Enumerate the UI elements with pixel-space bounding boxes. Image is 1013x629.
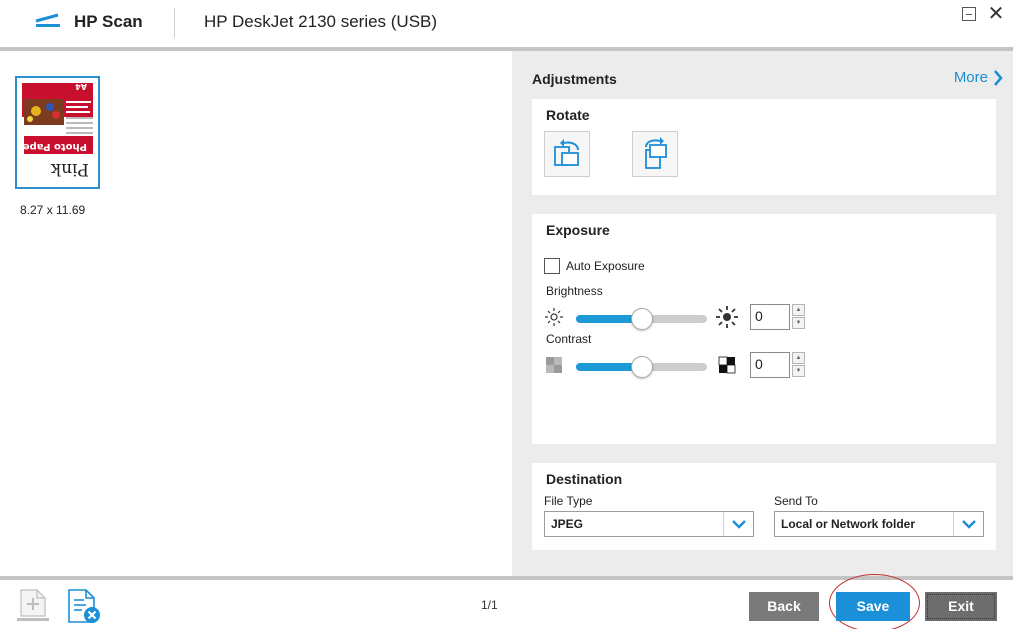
rotate-title: Rotate (546, 107, 590, 123)
contrast-stepper[interactable]: 0 ▲ ▼ (750, 352, 806, 378)
contrast-row: 0 ▲ ▼ (544, 351, 994, 379)
brightness-up-icon[interactable]: ▲ (792, 304, 805, 316)
scan-thumbnail[interactable]: A4 Photo Paper Pink (15, 76, 100, 189)
file-type-select[interactable]: JPEG (544, 511, 754, 537)
thumbnail-brand: Pink (50, 159, 89, 179)
rotate-left-button[interactable] (544, 131, 590, 177)
send-to-select[interactable]: Local or Network folder (774, 511, 984, 537)
auto-exposure-checkbox[interactable] (544, 258, 560, 274)
more-link[interactable]: More (954, 69, 1003, 86)
thumbnail-product: Photo Paper (20, 141, 87, 152)
more-label: More (953, 69, 988, 86)
chevron-down-icon[interactable] (953, 512, 983, 536)
send-to-value: Local or Network folder (781, 517, 916, 531)
adjustments-panel: Adjustments More Rotate Exposure Auto Ex… (512, 51, 1013, 576)
contrast-input[interactable]: 0 (750, 352, 790, 378)
brightness-label: Brightness (546, 284, 603, 298)
rotate-left-icon (554, 139, 579, 166)
send-to-label: Send To (774, 494, 818, 508)
minimize-icon[interactable] (962, 7, 976, 21)
delete-page-icon[interactable] (64, 586, 104, 626)
brightness-input[interactable]: 0 (750, 304, 790, 330)
contrast-handle[interactable] (630, 356, 653, 378)
add-page-icon[interactable] (13, 586, 53, 626)
brightness-stepper[interactable]: 0 ▲ ▼ (750, 304, 806, 330)
auto-exposure-row[interactable]: Auto Exposure (544, 258, 645, 274)
destination-title: Destination (546, 471, 623, 487)
adjustments-title: Adjustments (532, 71, 617, 87)
page-indicator: 1/1 (481, 598, 498, 612)
contrast-down-icon[interactable]: ▼ (792, 365, 805, 377)
file-type-value: JPEG (551, 517, 584, 531)
exit-button[interactable]: Exit (925, 592, 997, 621)
app-name: HP Scan (74, 12, 143, 31)
auto-exposure-label: Auto Exposure (566, 259, 645, 273)
contrast-up-icon[interactable]: ▲ (792, 352, 805, 364)
contrast-label: Contrast (546, 332, 592, 346)
save-button[interactable]: Save (836, 592, 910, 621)
close-icon[interactable]: ✕ (986, 3, 1006, 25)
brightness-row: 0 ▲ ▼ (544, 303, 994, 331)
chevron-right-icon (994, 69, 1003, 86)
brightness-slider[interactable] (576, 308, 707, 330)
footer-bar: 1/1 Back Save Exit (0, 574, 1013, 629)
contrast-low-icon (546, 357, 562, 373)
title-separator (174, 8, 175, 38)
back-button[interactable]: Back (749, 592, 819, 621)
device-name: HP DeskJet 2130 series (USB) (204, 12, 438, 31)
file-type-label: File Type (544, 494, 593, 508)
thumbnail-image: A4 Photo Paper Pink (20, 81, 95, 184)
page-size-label: 8.27 x 11.69 (20, 203, 86, 217)
thumbnail-size-tag: A4 (75, 82, 87, 91)
brightness-high-icon (716, 306, 738, 328)
destination-card: Destination File Type JPEG Send To Local… (532, 463, 996, 550)
rotate-right-button[interactable] (632, 131, 678, 177)
rotate-card: Rotate (532, 99, 996, 195)
exposure-title: Exposure (546, 222, 610, 238)
chevron-down-icon[interactable] (723, 512, 753, 536)
brightness-handle[interactable] (630, 308, 653, 330)
title-bar: HP Scan HP DeskJet 2130 series (USB) ✕ (0, 0, 1013, 47)
exposure-card: Exposure Auto Exposure Brightness 0 ▲ ▼ … (532, 214, 996, 444)
rotate-right-icon (645, 137, 667, 169)
brightness-low-icon (545, 308, 563, 326)
contrast-slider[interactable] (576, 356, 707, 378)
hp-scan-icon (35, 13, 60, 27)
contrast-high-icon (718, 356, 736, 374)
brightness-down-icon[interactable]: ▼ (792, 317, 805, 329)
